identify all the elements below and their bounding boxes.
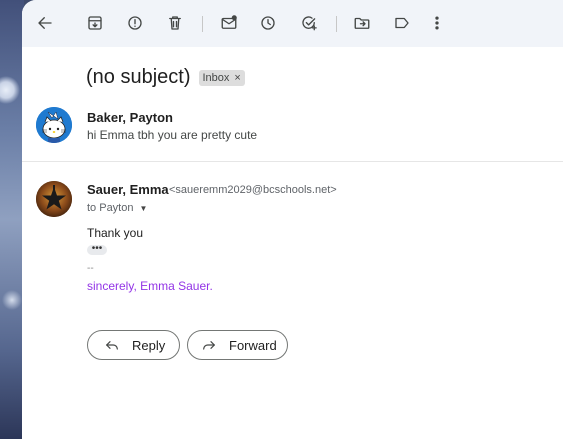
- message-body: Thank you: [87, 226, 144, 240]
- reply-button[interactable]: Reply: [87, 330, 180, 360]
- mark-unread-icon[interactable]: [218, 12, 240, 34]
- toolbar-divider: [336, 16, 337, 32]
- add-task-icon[interactable]: [298, 12, 320, 34]
- signature-separator: --: [87, 263, 94, 274]
- more-vertical-icon[interactable]: [426, 12, 448, 34]
- open-sender-name[interactable]: Sauer, Emma: [87, 182, 169, 197]
- show-trimmed-content-button[interactable]: •••: [87, 244, 107, 255]
- forward-button[interactable]: Forward: [187, 330, 288, 360]
- signature-text: sincerely, Emma Sauer.: [87, 279, 213, 293]
- snooze-icon[interactable]: [257, 12, 279, 34]
- avatar[interactable]: [36, 181, 72, 217]
- message-divider: [22, 161, 563, 162]
- reply-icon: [106, 341, 118, 350]
- chevron-down-icon[interactable]: ▼: [139, 204, 147, 213]
- reply-label: Reply: [132, 337, 166, 353]
- sender-email: <saueremm2029@bcschools.net>: [169, 184, 337, 196]
- move-to-icon[interactable]: [351, 12, 373, 34]
- star-avatar-icon: [36, 181, 72, 217]
- mail-reading-pane: (no subject) Inbox × Baker, Payton hi Em…: [22, 0, 563, 439]
- avatar[interactable]: [36, 107, 72, 143]
- forward-icon: [203, 341, 215, 350]
- back-arrow-icon[interactable]: [34, 12, 56, 34]
- thread-subject-row: (no subject) Inbox ×: [86, 66, 245, 89]
- hello-kitty-avatar-icon: [36, 107, 72, 143]
- trash-icon[interactable]: [164, 12, 186, 34]
- report-spam-icon[interactable]: [124, 12, 146, 34]
- collapsed-snippet[interactable]: hi Emma tbh you are pretty cute: [87, 128, 257, 142]
- remove-label-icon[interactable]: ×: [234, 72, 240, 84]
- label-chip-text: Inbox: [202, 71, 230, 84]
- desktop-wallpaper: [0, 0, 24, 439]
- inbox-label-chip[interactable]: Inbox ×: [198, 69, 245, 86]
- collapsed-sender-name[interactable]: Baker, Payton: [87, 110, 173, 125]
- recipient-text: to Payton: [87, 202, 134, 214]
- recipient-details-toggle[interactable]: to Payton ▼: [87, 202, 147, 214]
- label-icon[interactable]: [391, 12, 413, 34]
- message-toolbar: [22, 0, 563, 47]
- forward-label: Forward: [229, 337, 277, 353]
- thread-subject: (no subject): [86, 66, 191, 88]
- toolbar-divider: [202, 16, 203, 32]
- archive-icon[interactable]: [84, 12, 106, 34]
